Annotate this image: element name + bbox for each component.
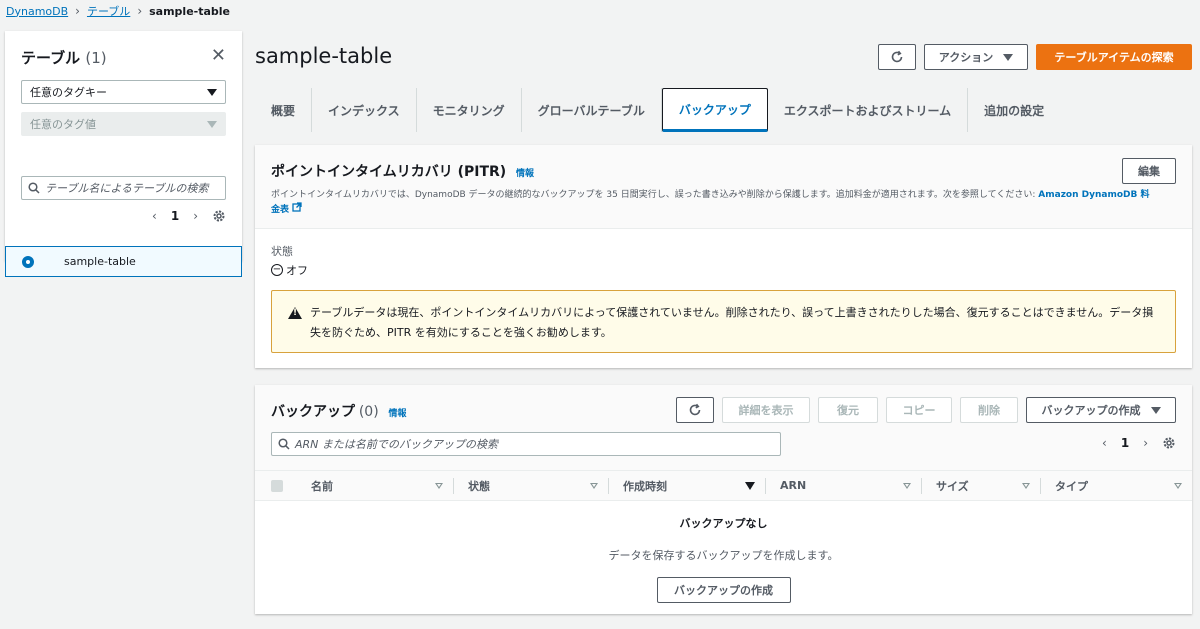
pitr-header: ポイントインタイムリカバリ (PITR) 情報 ポイントインタイムリカバリでは、… <box>255 145 1192 229</box>
pitr-title: ポイントインタイムリカバリ (PITR) <box>271 164 507 180</box>
create-backup-dropdown-button[interactable]: バックアップの作成 <box>1026 397 1176 423</box>
radio-selected-icon <box>22 255 34 268</box>
column-header-status[interactable]: 状態 <box>453 477 608 494</box>
backup-count: (0) <box>358 404 379 420</box>
tab-overview[interactable]: 概要 <box>255 88 313 132</box>
gear-icon[interactable] <box>1162 436 1176 450</box>
breadcrumb: DynamoDB › テーブル › sample-table <box>6 3 230 19</box>
sidebar-item-sample-table[interactable]: sample-table <box>5 246 242 277</box>
sidebar-item-label: sample-table <box>64 255 136 268</box>
pitr-status-label: 状態 <box>271 245 293 258</box>
page-title: sample-table <box>255 44 393 68</box>
column-header-name[interactable]: 名前 <box>299 478 453 494</box>
sort-icon <box>435 482 443 489</box>
delete-button: 削除 <box>960 397 1018 423</box>
select-all-checkbox <box>271 479 283 492</box>
pitr-panel: ポイントインタイムリカバリ (PITR) 情報 ポイントインタイムリカバリでは、… <box>255 145 1192 368</box>
tab-monitoring[interactable]: モニタリング <box>417 88 522 132</box>
tab-backups[interactable]: バックアップ <box>661 88 768 132</box>
chevron-left-icon[interactable]: ‹ <box>1102 436 1107 450</box>
pitr-status-value: − オフ <box>271 264 308 277</box>
sort-descending-icon <box>745 481 755 490</box>
backups-actions: 詳細を表示 復元 コピー 削除 バックアップの作成 <box>676 397 1176 423</box>
backups-header: バックアップ (0) 情報 詳細を表示 復元 コピー 削除 バックアップの作成 … <box>255 385 1192 470</box>
table-search-input[interactable]: テーブル名によるテーブルの検索 <box>21 176 226 200</box>
sort-icon <box>590 482 598 489</box>
search-icon <box>278 438 290 450</box>
tag-key-select[interactable]: 任意のタグキー <box>21 80 226 104</box>
tab-indexes[interactable]: インデックス <box>312 88 417 132</box>
page-number[interactable]: 1 <box>171 209 179 223</box>
actions-dropdown-button[interactable]: アクション <box>924 44 1028 70</box>
table-tabs: 概要 インデックス モニタリング グローバルテーブル バックアップ エクスポート… <box>255 88 1200 132</box>
pitr-info-link[interactable]: 情報 <box>516 169 534 179</box>
pitr-description: ポイントインタイムリカバリでは、DynamoDB データの継続的なバックアップを… <box>271 190 1150 215</box>
sort-icon <box>1022 482 1030 489</box>
pitr-warning-text: テーブルデータは現在、ポイントインタイムリカバリによって保護されていません。削除… <box>310 306 1154 339</box>
refresh-icon <box>689 403 701 416</box>
caret-down-icon <box>207 120 217 128</box>
chevron-right-icon[interactable]: › <box>1143 436 1148 450</box>
empty-description: データを保存するバックアップを作成します。 <box>608 549 839 562</box>
chevron-left-icon[interactable]: ‹ <box>152 209 157 223</box>
sidebar-title: テーブル (1) <box>21 49 107 67</box>
status-off-icon: − <box>271 264 283 276</box>
copy-button: コピー <box>886 397 952 423</box>
column-header-arn[interactable]: ARN <box>765 477 921 494</box>
edit-pitr-button[interactable]: 編集 <box>1122 158 1176 184</box>
empty-title: バックアップなし <box>679 517 768 530</box>
refresh-icon <box>891 50 903 63</box>
chevron-right-icon[interactable]: › <box>193 209 198 223</box>
tag-value-select: 任意のタグ値 <box>21 112 226 136</box>
backups-panel: バックアップ (0) 情報 詳細を表示 復元 コピー 削除 バックアップの作成 … <box>255 385 1192 614</box>
pitr-warning-alert: テーブルデータは現在、ポイントインタイムリカバリによって保護されていません。削除… <box>271 290 1176 353</box>
column-header-type[interactable]: タイプ <box>1040 477 1192 494</box>
tab-global-tables[interactable]: グローバルテーブル <box>522 88 662 132</box>
header-actions: アクション テーブルアイテムの探索 <box>878 44 1192 70</box>
restore-button: 復元 <box>818 397 878 423</box>
warning-icon <box>288 307 302 319</box>
sidebar-pagination: ‹ 1 › <box>152 209 226 223</box>
backups-empty-state: バックアップなし データを保存するバックアップを作成します。 バックアップの作成 <box>255 515 1192 603</box>
tab-exports-streams[interactable]: エクスポートおよびストリーム <box>768 88 969 132</box>
external-link-icon <box>292 202 302 212</box>
breadcrumb-current: sample-table <box>149 4 231 18</box>
caret-down-icon <box>207 88 217 96</box>
backups-table-header: 名前 状態 作成時刻 ARN サイズ タイプ <box>255 470 1192 501</box>
caret-down-icon <box>1003 53 1014 61</box>
sort-icon <box>903 482 911 489</box>
backups-pagination: ‹ 1 › <box>1102 436 1176 450</box>
caret-down-icon <box>1150 406 1161 414</box>
search-icon <box>28 182 40 194</box>
sort-icon <box>1174 482 1182 489</box>
backup-search-input[interactable]: ARN または名前でのバックアップの検索 <box>271 432 781 456</box>
create-backup-button[interactable]: バックアップの作成 <box>656 577 791 603</box>
backups-title: バックアップ (0) 情報 <box>271 404 407 420</box>
chevron-right-icon: › <box>75 4 80 18</box>
page-number[interactable]: 1 <box>1121 436 1129 450</box>
tables-sidebar: テーブル (1) ✕ 任意のタグキー 任意のタグ値 テーブル名によるテーブルの検… <box>5 31 242 277</box>
explore-items-button[interactable]: テーブルアイテムの探索 <box>1036 44 1192 70</box>
view-details-button: 詳細を表示 <box>722 397 810 423</box>
column-header-created[interactable]: 作成時刻 <box>608 477 765 494</box>
breadcrumb-dynamodb-link[interactable]: DynamoDB <box>6 5 68 18</box>
gear-icon[interactable] <box>212 209 226 223</box>
close-icon[interactable]: ✕ <box>211 45 226 66</box>
refresh-backups-button[interactable] <box>676 397 714 423</box>
refresh-button[interactable] <box>878 44 916 70</box>
breadcrumb-tables-link[interactable]: テーブル <box>87 3 130 19</box>
tab-additional-settings[interactable]: 追加の設定 <box>968 88 1060 132</box>
chevron-right-icon: › <box>137 4 143 18</box>
table-count: (1) <box>85 49 107 67</box>
column-header-size[interactable]: サイズ <box>921 477 1040 494</box>
backups-info-link[interactable]: 情報 <box>389 409 407 419</box>
